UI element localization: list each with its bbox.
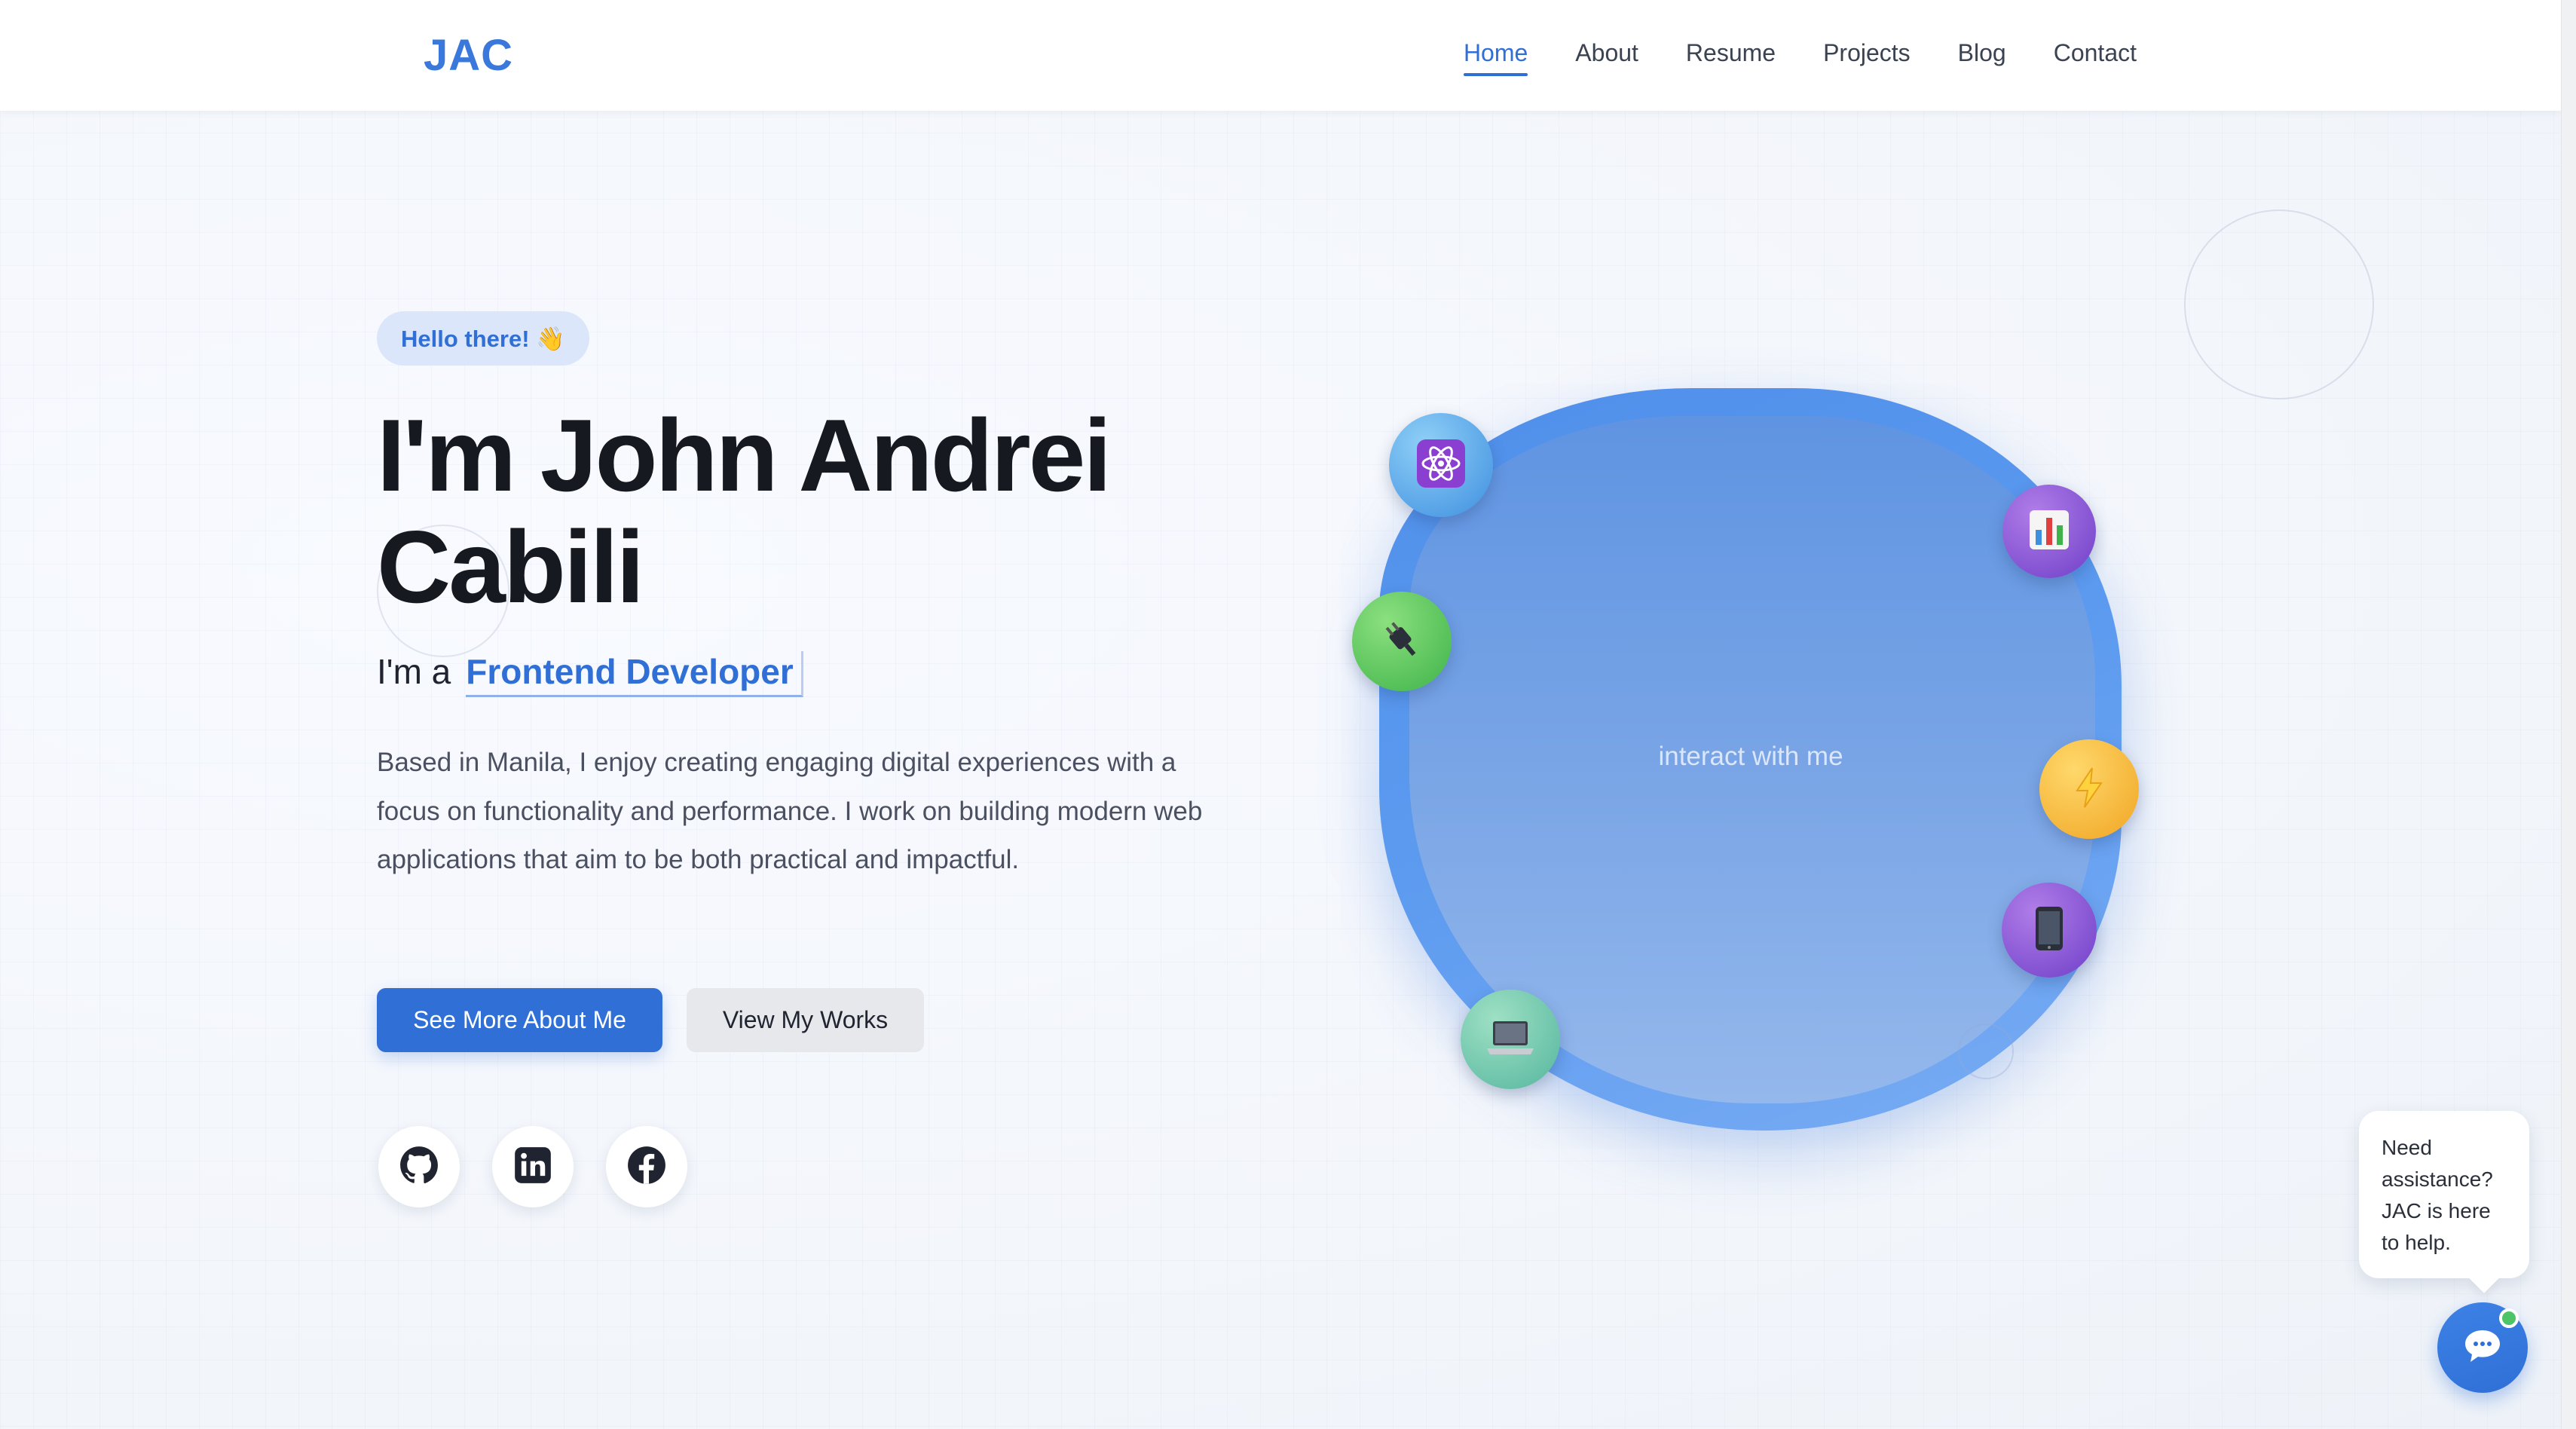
- react-orb[interactable]: [1389, 413, 1493, 517]
- bar-chart-orb[interactable]: [2002, 485, 2096, 578]
- view-my-works-button[interactable]: View My Works: [687, 988, 924, 1052]
- plug-orb[interactable]: [1352, 592, 1452, 691]
- nav-links: Home About Resume Projects Blog Contact: [1463, 39, 2137, 76]
- bio-paragraph: Based in Manila, I enjoy creating engagi…: [377, 748, 1203, 874]
- greeting-badge: Hello there! 👋: [377, 311, 589, 366]
- github-icon: [399, 1146, 439, 1189]
- plug-icon: [1377, 615, 1427, 669]
- react-icon: [1414, 436, 1468, 494]
- nav-link-resume[interactable]: Resume: [1686, 39, 1776, 76]
- laptop-icon: [1484, 1018, 1537, 1061]
- role-line: I'm a Frontend Developer: [377, 651, 803, 697]
- chat-icon: [2462, 1327, 2503, 1369]
- nav-link-contact[interactable]: Contact: [2054, 39, 2137, 76]
- navbar: JAC Home About Resume Projects Blog Cont…: [0, 0, 2561, 111]
- nav-link-about[interactable]: About: [1575, 39, 1638, 76]
- bar-chart-icon: [2027, 507, 2072, 556]
- role-title: Frontend Developer: [466, 651, 803, 697]
- laptop-orb[interactable]: [1461, 990, 1560, 1089]
- online-status-dot: [2499, 1308, 2519, 1328]
- linkedin-link[interactable]: [492, 1126, 574, 1207]
- facebook-icon: [627, 1146, 666, 1189]
- see-more-about-me-button[interactable]: See More About Me: [377, 988, 662, 1052]
- mobile-phone-icon: [2034, 905, 2064, 956]
- github-link[interactable]: [378, 1126, 460, 1207]
- nav-link-home[interactable]: Home: [1463, 39, 1528, 76]
- mobile-phone-orb[interactable]: [2002, 883, 2097, 978]
- chat-tooltip: Need assistance? JAC is here to help.: [2359, 1111, 2529, 1278]
- scrollbar[interactable]: [2561, 0, 2576, 1429]
- page: JAC Home About Resume Projects Blog Cont…: [0, 0, 2576, 1429]
- hero-name-line1: I'm John Andrei: [377, 398, 1112, 513]
- lightning-orb[interactable]: [2039, 739, 2139, 839]
- lightning-icon: [2073, 767, 2106, 812]
- linkedin-icon: [513, 1146, 552, 1189]
- decorative-ring: [2184, 210, 2374, 399]
- nav-link-projects[interactable]: Projects: [1823, 39, 1911, 76]
- hero-name: I'm John Andrei Cabili: [377, 399, 1206, 623]
- facebook-link[interactable]: [606, 1126, 687, 1207]
- decorative-ring: [1958, 1024, 2014, 1079]
- role-prefix: I'm a: [377, 652, 451, 691]
- nav-link-blog[interactable]: Blog: [1958, 39, 2006, 76]
- hero-name-line2: Cabili: [377, 509, 644, 624]
- logo[interactable]: JAC: [424, 30, 513, 81]
- interact-prompt: interact with me: [1658, 742, 1843, 771]
- social-links: [378, 1126, 687, 1207]
